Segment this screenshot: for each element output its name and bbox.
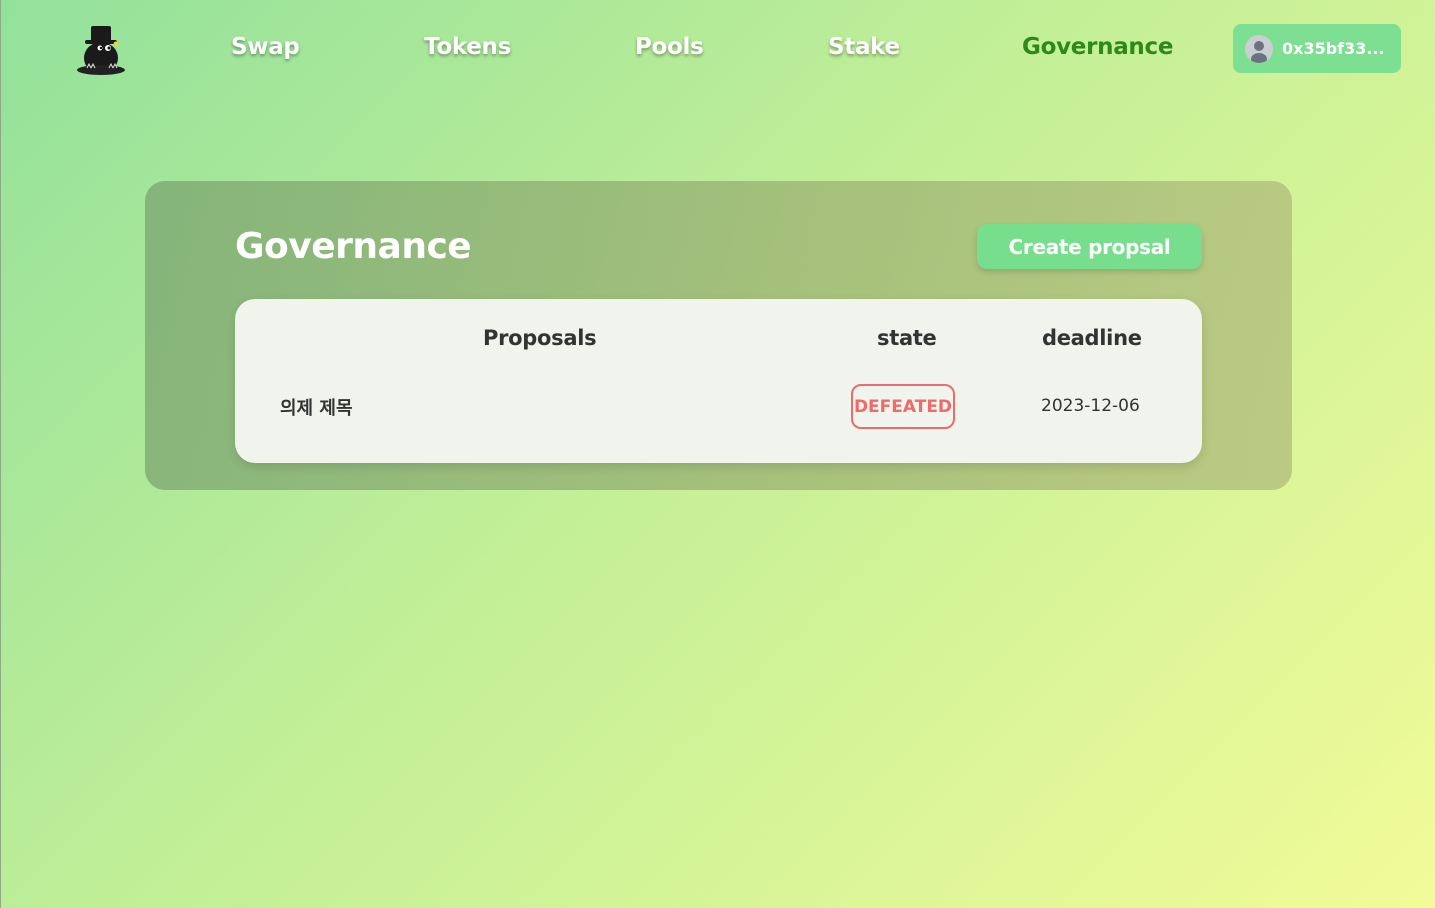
nav-governance[interactable]: Governance <box>1022 34 1173 60</box>
nav-pools[interactable]: Pools <box>635 34 704 60</box>
nav-tokens[interactable]: Tokens <box>424 34 511 60</box>
header-deadline: deadline <box>1042 326 1142 350</box>
mole-logo-icon[interactable] <box>75 24 129 76</box>
nav-swap[interactable]: Swap <box>231 34 300 60</box>
user-avatar-icon <box>1245 34 1273 63</box>
proposal-deadline: 2023-12-06 <box>1041 396 1140 416</box>
create-proposal-button[interactable]: Create propsal <box>977 224 1202 269</box>
page-title: Governance <box>235 226 472 267</box>
header-state: state <box>877 326 937 350</box>
status-badge: DEFEATED <box>851 384 955 429</box>
header-proposals: Proposals <box>483 326 597 350</box>
wallet-address: 0x35bf33... <box>1282 39 1385 58</box>
nav-stake[interactable]: Stake <box>828 34 900 60</box>
wallet-button[interactable]: 0x35bf33... <box>1233 24 1401 73</box>
proposal-title[interactable]: 의제 제목 <box>280 394 353 420</box>
top-navigation-bar: Swap Tokens Pools Stake Governance 0x35b… <box>1 0 1435 100</box>
